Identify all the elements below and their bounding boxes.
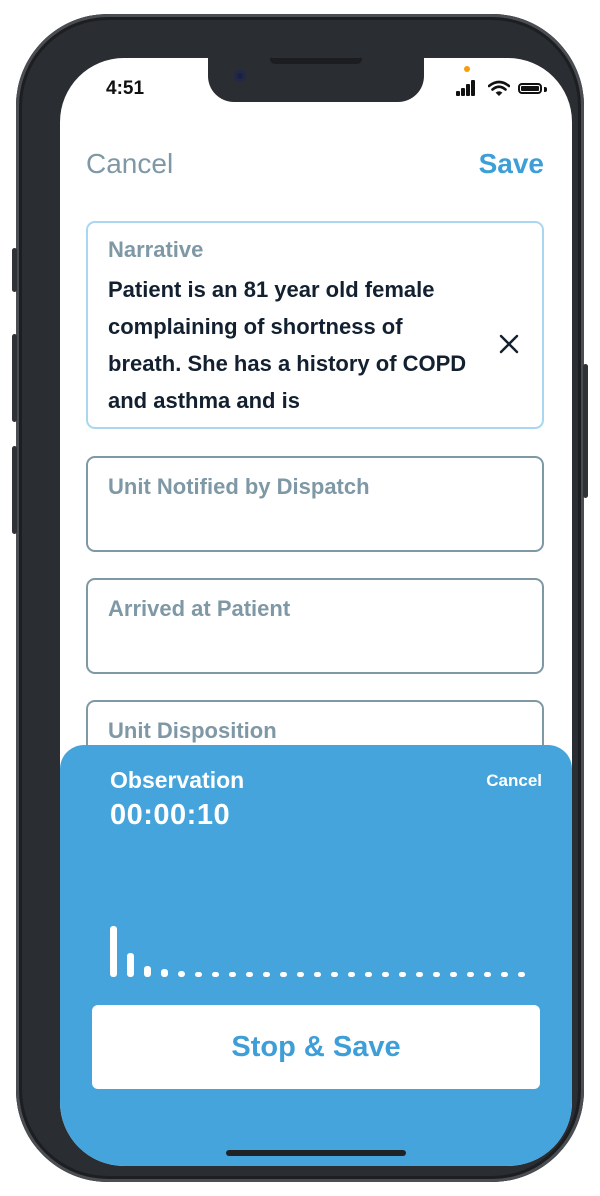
cellular-signal-icon	[456, 80, 476, 96]
waveform-bar	[229, 972, 236, 977]
waveform-bar	[450, 972, 457, 977]
unit-disposition-label: Unit Disposition	[108, 718, 277, 743]
waveform-bar	[501, 972, 508, 977]
waveform-bar	[484, 972, 491, 977]
narrative-text[interactable]: Patient is an 81 year old female complai…	[108, 271, 478, 419]
status-time: 4:51	[106, 78, 145, 99]
notch	[208, 58, 424, 102]
recording-title: Observation	[110, 767, 245, 793]
waveform-bar	[416, 972, 423, 977]
waveform-bar	[263, 972, 270, 977]
arrived-at-patient-field[interactable]: Arrived at Patient	[86, 578, 544, 674]
waveform-bar	[518, 972, 525, 977]
waveform-bar	[331, 972, 338, 977]
wifi-icon	[488, 80, 510, 96]
front-camera	[234, 70, 246, 82]
waveform-bar	[127, 953, 134, 977]
save-button[interactable]: Save	[479, 148, 544, 180]
screen: 4:51 Cancel Save Narrative Patient is an	[60, 58, 572, 1166]
waveform-bar	[467, 972, 474, 977]
narrative-field[interactable]: Narrative Patient is an 81 year old fema…	[86, 221, 544, 429]
waveform-bar	[382, 972, 389, 977]
waveform-bar	[212, 972, 219, 977]
home-indicator[interactable]	[226, 1150, 406, 1156]
status-icons	[456, 80, 548, 98]
narrative-label: Narrative	[108, 237, 204, 262]
arrived-at-patient-label: Arrived at Patient	[108, 596, 291, 621]
waveform-bar	[246, 972, 253, 977]
stop-and-save-button[interactable]: Stop & Save	[92, 1005, 540, 1089]
earpiece	[270, 58, 362, 64]
recording-sheet: Observation 00:00:10 Cancel Stop & Save	[60, 745, 572, 1166]
audio-waveform	[110, 913, 530, 977]
waveform-bar	[178, 971, 185, 977]
volume-up-button	[12, 334, 17, 422]
privacy-indicator-dot	[464, 66, 470, 72]
waveform-bar	[348, 972, 355, 977]
waveform-bar	[280, 972, 287, 977]
waveform-bar	[195, 972, 202, 977]
volume-down-button	[12, 446, 17, 534]
unit-notified-field[interactable]: Unit Notified by Dispatch	[86, 456, 544, 552]
phone-frame: 4:51 Cancel Save Narrative Patient is an	[12, 14, 588, 1182]
waveform-bar	[314, 972, 321, 977]
waveform-bar	[144, 966, 151, 977]
power-button	[583, 364, 588, 498]
waveform-bar	[433, 972, 440, 977]
waveform-bar	[297, 972, 304, 977]
cancel-button[interactable]: Cancel	[86, 148, 173, 180]
recording-timer: 00:00:10	[110, 799, 231, 831]
waveform-bar	[399, 972, 406, 977]
waveform-bar	[110, 926, 117, 977]
action-button	[12, 248, 17, 292]
unit-notified-label: Unit Notified by Dispatch	[108, 474, 370, 499]
close-icon[interactable]	[498, 333, 520, 355]
waveform-bar	[161, 969, 168, 977]
recording-cancel-button[interactable]: Cancel	[486, 771, 542, 791]
waveform-bar	[365, 972, 372, 977]
